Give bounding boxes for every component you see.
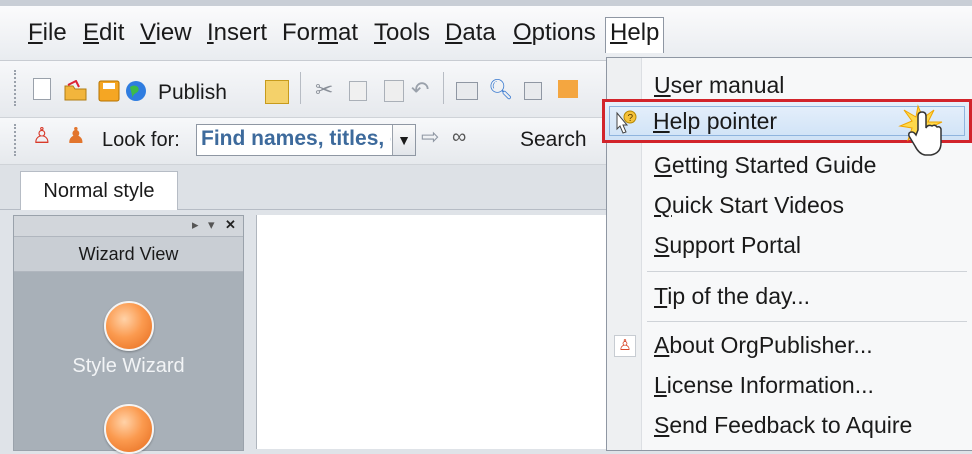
globe-icon[interactable] — [124, 79, 146, 101]
menu-tools[interactable]: Tools — [372, 18, 432, 48]
menu-item-user-manual[interactable]: User manual — [654, 70, 784, 100]
toolbar-grip[interactable] — [14, 70, 20, 106]
search-input[interactable]: Find names, titles, e — [201, 127, 391, 151]
menu-edit[interactable]: Edit — [81, 18, 126, 48]
wizard-pane: ▸ ▾ ✕ Wizard View Style Wizard — [13, 215, 244, 454]
menu-item-support-portal[interactable]: Support Portal — [654, 230, 801, 260]
search-button[interactable]: Search — [520, 128, 587, 152]
open-folder-icon[interactable] — [64, 79, 87, 102]
wizard-view-title: Wizard View — [14, 237, 243, 272]
add-person-icon[interactable]: ♙ — [32, 124, 52, 148]
toolbar-grip[interactable] — [14, 124, 20, 156]
publish-button[interactable]: Publish — [158, 81, 227, 105]
menu-item-quick-start-videos[interactable]: Quick Start Videos — [654, 190, 844, 220]
pane-arrow-icon[interactable]: ▸ — [192, 217, 199, 233]
save-icon[interactable] — [98, 80, 120, 102]
undo-icon[interactable]: ↶ — [411, 78, 429, 102]
style-wizard-icon[interactable] — [104, 301, 154, 351]
search-combo[interactable]: Find names, titles, e ▼ — [196, 124, 416, 156]
menu-item-getting-started[interactable]: Getting Started Guide — [654, 150, 876, 180]
binoculars-icon[interactable]: ∞ — [452, 125, 466, 149]
menu-item-about[interactable]: About OrgPublisher... — [654, 330, 873, 360]
menu-item-tip-of-the-day[interactable]: Tip of the day... — [654, 281, 810, 311]
print-icon[interactable] — [456, 82, 478, 100]
menu-format[interactable]: Format — [280, 18, 360, 48]
copy-icon[interactable] — [349, 81, 367, 101]
svg-text:?: ? — [628, 113, 634, 124]
menu-insert[interactable]: Insert — [205, 18, 269, 48]
help-pointer-label: Help pointer — [653, 108, 778, 134]
menu-separator — [647, 271, 967, 272]
menu-item-license[interactable]: License Information... — [654, 370, 874, 400]
menu-file[interactable]: File — [26, 18, 69, 48]
menu-options[interactable]: Options — [511, 18, 598, 48]
new-file-icon[interactable] — [33, 78, 51, 100]
cut-icon[interactable]: ✂ — [315, 78, 333, 102]
pane-titlebar: ▸ ▾ ✕ — [14, 216, 243, 237]
menu-item-send-feedback[interactable]: Send Feedback to Aquire — [654, 410, 912, 440]
paste-icon[interactable] — [384, 80, 404, 102]
menu-bar: File Edit View Insert Format Tools Data … — [0, 6, 972, 61]
hand-cursor-icon — [896, 104, 956, 164]
menu-view[interactable]: View — [138, 18, 194, 48]
orgpublisher-icon: ♙ — [614, 335, 636, 357]
wizard-icon[interactable] — [104, 404, 154, 454]
people-icon[interactable]: ♟ — [66, 124, 86, 148]
close-icon[interactable]: ✕ — [225, 217, 236, 233]
chart-canvas[interactable] — [256, 215, 609, 449]
menu-data[interactable]: Data — [443, 18, 498, 48]
toolbar-separator — [300, 72, 301, 104]
help-pointer-icon: ? — [613, 109, 637, 134]
publish-web-icon[interactable] — [265, 80, 289, 104]
style-wizard-label[interactable]: Style Wizard — [14, 355, 243, 378]
page-setup-icon[interactable] — [524, 82, 542, 100]
menu-separator — [647, 321, 967, 322]
menu-help[interactable]: Help — [605, 17, 665, 53]
chevron-down-icon[interactable]: ▼ — [392, 125, 415, 155]
chart-icon[interactable] — [558, 80, 578, 98]
print-preview-icon[interactable]: 🔍︎ — [488, 78, 513, 102]
arrow-right-icon[interactable]: ⇨ — [421, 125, 439, 149]
pane-menu-icon[interactable]: ▾ — [208, 217, 215, 233]
toolbar-separator — [443, 72, 444, 104]
tab-normal-style[interactable]: Normal style — [20, 171, 178, 210]
look-for-label: Look for: — [102, 129, 180, 151]
